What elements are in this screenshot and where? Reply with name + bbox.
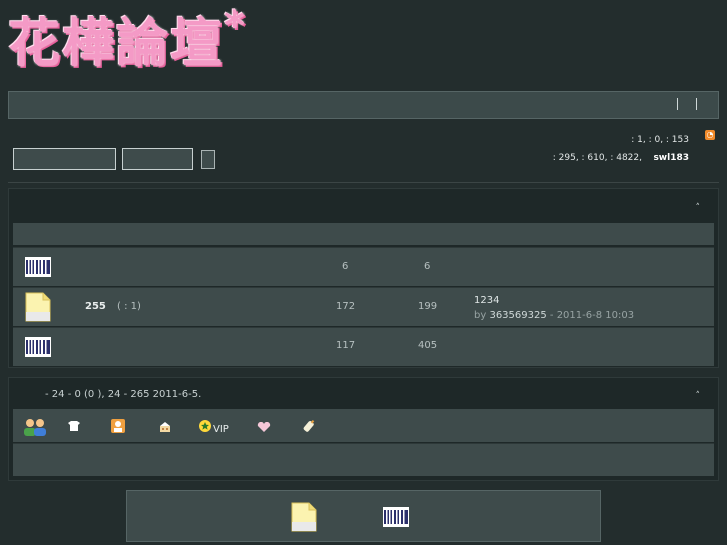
newest-member-link[interactable]: swl183 — [653, 153, 689, 163]
forum-row[interactable]: 6 6 — [13, 247, 714, 286]
stats-line-2-text: : 295, : 610, : 4822, — [552, 153, 642, 163]
stats-line-2: : 295, : 610, : 4822, swl183 — [553, 149, 689, 167]
last-post-byline: by 363569325 - 2011-6-8 10:03 — [474, 310, 634, 321]
topic-count: 117 — [336, 340, 356, 351]
logo-star: * — [224, 3, 247, 49]
stats-line-1: : 1, : 0, : 153 — [631, 135, 689, 145]
collapse-icon[interactable]: ˄ — [696, 203, 701, 213]
vip-legend-item: VIP — [199, 420, 229, 435]
top-navbar — [8, 91, 719, 119]
topic-count: 172 — [336, 301, 356, 312]
forum-new-icon — [291, 502, 317, 532]
vip-label: VIP — [213, 424, 229, 435]
online-summary: - 24 - 0 (0 ), 24 - 265 2011-6-5. — [45, 389, 202, 400]
group-users-icon — [22, 417, 48, 440]
last-post-time: - 2011-6-8 10:03 — [549, 310, 635, 321]
rss-icon[interactable]: ◔ — [705, 130, 715, 140]
post-count: 405 — [418, 340, 438, 351]
contact-card-icon — [111, 419, 125, 436]
forum-row[interactable]: 255 ( : 1) 172 199 1234 by 363569325 - 2… — [13, 287, 714, 326]
topic-count: 6 — [342, 261, 349, 272]
forum-old-icon — [25, 337, 51, 357]
forum-table-header — [13, 223, 714, 245]
online-legend: VIP — [13, 409, 714, 442]
forum-row[interactable]: 117 405 — [13, 327, 714, 366]
feeding-bottle-icon — [302, 419, 316, 436]
logo-text: 花樺論壇 — [8, 14, 225, 74]
post-count: 6 — [424, 261, 431, 272]
forum-moderator-count: ( : 1) — [117, 301, 141, 312]
login-button[interactable] — [201, 150, 215, 169]
forum-title-link[interactable]: 255 — [85, 301, 106, 312]
post-count: 199 — [418, 301, 438, 312]
heart-icon — [257, 421, 271, 435]
star-badge-icon — [199, 420, 211, 432]
forum-old-icon — [383, 507, 409, 527]
online-user-list — [13, 443, 714, 476]
last-post-author-link[interactable]: 363569325 — [489, 310, 546, 321]
nav-separator — [696, 98, 697, 110]
icon-legend-footer — [126, 490, 601, 542]
last-post-by-prefix: by — [474, 310, 487, 321]
username-input[interactable] — [13, 148, 116, 170]
shirt-icon — [68, 421, 80, 434]
last-post-title-link[interactable]: 1234 — [474, 295, 499, 306]
cake-icon — [159, 421, 171, 436]
forum-new-icon — [25, 292, 51, 322]
forum-logo[interactable]: 花樺論壇* — [8, 6, 338, 82]
forum-old-icon — [25, 257, 51, 277]
divider — [8, 182, 719, 183]
board-stats: : 1, : 0, : 153 : 295, : 610, : 4822, sw… — [553, 131, 689, 167]
password-input[interactable] — [122, 148, 193, 170]
nav-separator — [677, 98, 678, 110]
